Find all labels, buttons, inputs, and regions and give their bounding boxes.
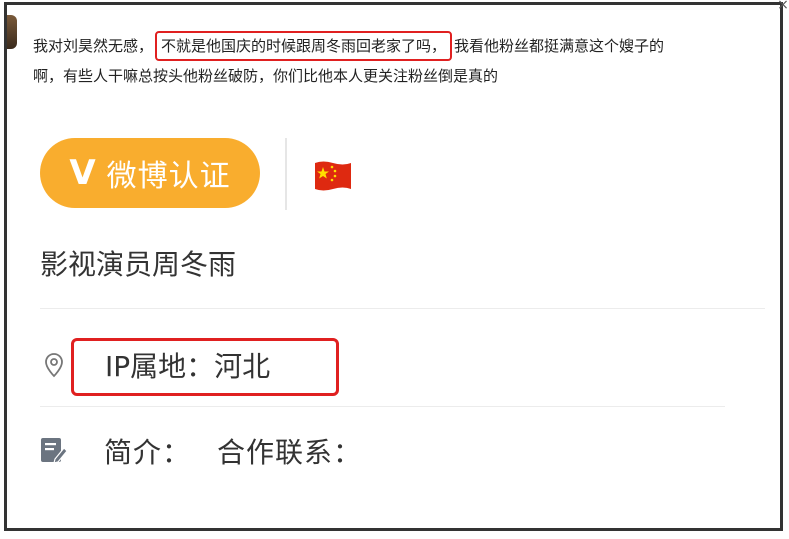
comment-highlight: 不就是他国庆的时候跟周冬雨回老家了吗， [155,31,453,61]
comment-text: 我对刘昊然无感， 不就是他国庆的时候跟周冬雨回老家了吗， 我看他粉丝都挺满意这个嫂子… [33,31,773,91]
comment-before: 我对刘昊然无感， [33,37,154,55]
bio-value: 合作联系： [217,436,363,469]
divider [40,406,725,407]
verified-label: 微博认证 [106,159,231,194]
screenshot-frame: 我对刘昊然无感， 不就是他国庆的时候跟周冬雨回老家了吗， 我看他粉丝都挺满意这个嫂子… [4,2,783,531]
china-flag-icon [315,161,351,191]
profile-title: 影视演员周冬雨 [40,248,237,281]
close-icon[interactable]: × [776,0,789,12]
comment-after: 我看他粉丝都挺满意这个嫂子的 [454,37,665,55]
ip-highlight-box [71,338,339,396]
comment-line-1: 我对刘昊然无感， 不就是他国庆的时候跟周冬雨回老家了吗， 我看他粉丝都挺满意这个嫂子… [33,31,773,61]
edit-icon [41,438,68,464]
bio-row: 简介： 合作联系： [40,431,362,471]
verified-v-icon: V [69,153,97,193]
divider [40,308,765,309]
comment-line-2: 啊，有些人干嘛总按头他粉丝破防，你们比他本人更关注粉丝倒是真的 [33,67,499,85]
bio-label: 简介： [104,436,192,469]
avatar [7,15,17,49]
badge-divider [285,138,287,210]
weibo-verified-badge[interactable]: V 微博认证 [40,138,260,208]
bio-text: 简介： 合作联系： [104,431,362,471]
location-pin-icon [45,353,63,378]
